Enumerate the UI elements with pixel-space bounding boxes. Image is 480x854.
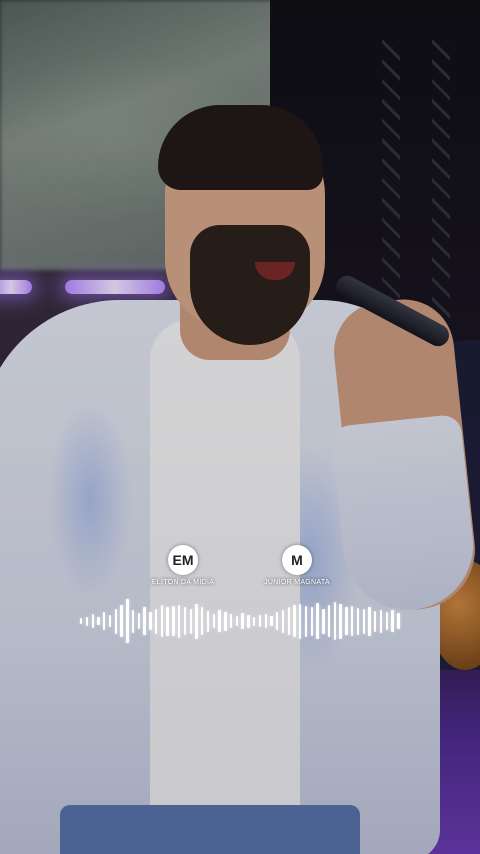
waveform-bar xyxy=(103,612,106,630)
waveform-bar xyxy=(195,603,198,639)
waveform-bar xyxy=(131,609,135,633)
waveform-bar xyxy=(304,605,308,637)
waveform-bar xyxy=(120,605,123,637)
audio-waveform xyxy=(80,598,400,644)
waveform-bar xyxy=(114,608,117,634)
waveform-bar xyxy=(252,616,256,626)
waveform-bar xyxy=(143,607,146,635)
waveform-bar xyxy=(154,608,158,634)
waveform-bar xyxy=(206,610,210,632)
concert-photo-background xyxy=(0,0,480,854)
waveform-bar xyxy=(299,603,302,639)
waveform-bar xyxy=(281,609,285,633)
waveform-bar xyxy=(166,606,169,636)
waveform-bar xyxy=(85,616,89,626)
waveform-bar xyxy=(374,610,377,632)
m-logo-icon: M xyxy=(282,545,312,575)
waveform-bar xyxy=(264,614,267,628)
waveform-bar xyxy=(235,616,239,626)
waveform-bar xyxy=(350,606,354,636)
logo-row: EM ELITON DA MIDIA M JUNIOR MAGNATA xyxy=(0,545,480,586)
em-logo-icon: EM xyxy=(168,545,198,575)
waveform-bar xyxy=(345,607,348,635)
waveform-bar xyxy=(247,614,250,628)
waveform-bar xyxy=(212,614,215,628)
waveform-bar xyxy=(241,613,244,629)
waveform-bar xyxy=(322,608,325,634)
logo-label: JUNIOR MAGNATA xyxy=(264,579,330,586)
waveform-bar xyxy=(397,613,400,629)
waveform-bar xyxy=(178,604,181,638)
waveform-bar xyxy=(379,609,383,633)
waveform-bar xyxy=(270,616,273,626)
waveform-bar xyxy=(333,602,337,640)
logo-junior-magnata: M JUNIOR MAGNATA xyxy=(252,545,342,586)
waveform-bar xyxy=(97,617,100,625)
waveform-bar xyxy=(229,614,233,628)
waveform-bar xyxy=(201,607,204,635)
waveform-bar xyxy=(368,606,371,636)
waveform-bar xyxy=(385,612,388,630)
waveform-bar xyxy=(310,606,314,636)
waveform-bar xyxy=(356,607,360,635)
waveform-bar xyxy=(339,603,342,639)
waveform-bar xyxy=(149,612,152,630)
waveform-bar xyxy=(126,599,129,643)
waveform-bar xyxy=(327,605,331,637)
waveform-bar xyxy=(183,607,187,635)
waveform-bar xyxy=(172,606,175,636)
waveform-bar xyxy=(137,613,141,629)
waveform-bar xyxy=(258,615,262,627)
waveform-bar xyxy=(80,618,83,624)
waveform-bar xyxy=(287,607,290,635)
waveform-bar xyxy=(391,610,394,632)
waveform-bar xyxy=(224,611,227,631)
waveform-bar xyxy=(91,614,94,628)
photo-dim-overlay xyxy=(0,0,480,854)
waveform-bar xyxy=(293,605,296,637)
logo-label: ELITON DA MIDIA xyxy=(151,579,215,586)
waveform-bar xyxy=(276,612,279,630)
waveform-bar xyxy=(189,608,192,634)
logo-eliton-da-midia: EM ELITON DA MIDIA xyxy=(138,545,228,586)
waveform-bar xyxy=(160,605,164,637)
waveform-bar xyxy=(108,615,112,627)
waveform-bar xyxy=(218,610,221,632)
waveform-bar xyxy=(362,608,365,634)
waveform-bar xyxy=(316,603,319,639)
